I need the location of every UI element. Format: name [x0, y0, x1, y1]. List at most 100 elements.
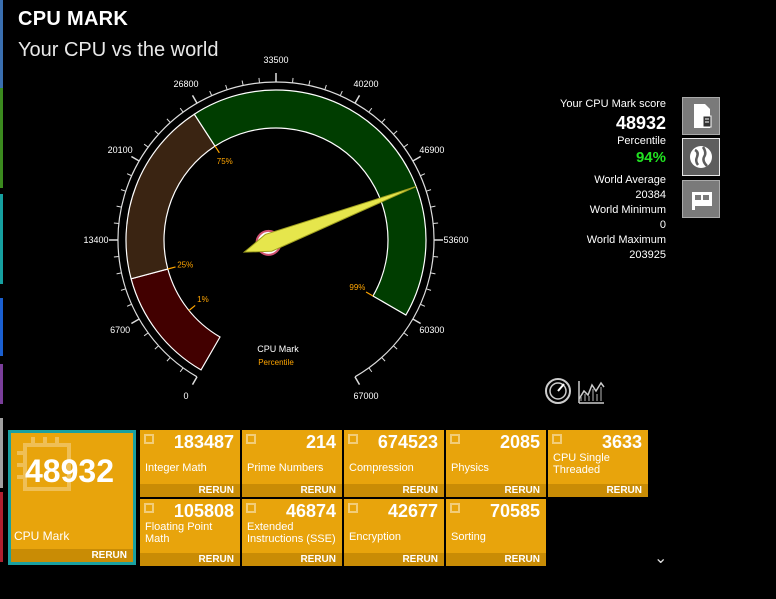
world-maximum-label: World Maximum [586, 234, 666, 246]
tile-value: 105808 [173, 501, 234, 521]
sorting-tile[interactable]: 70585 Sorting RERUN [446, 499, 546, 566]
prime-numbers-tile[interactable]: 214 Prime Numbers RERUN [242, 430, 342, 497]
rerun-button[interactable]: RERUN [140, 553, 240, 566]
gauge-percentile-tick [365, 291, 374, 297]
tile-value: 42677 [387, 501, 438, 521]
gauge-tick [143, 332, 149, 337]
tile-value: 674523 [377, 432, 438, 452]
cpu-single-threaded-tile[interactable]: 3633 CPU Single Threaded RERUN [548, 430, 648, 497]
gauge-tick [420, 303, 426, 307]
gauge-percentile-tick [167, 266, 176, 270]
gauge-tick [339, 90, 343, 96]
rerun-button[interactable]: RERUN [242, 553, 342, 566]
gauge-tick [430, 272, 436, 275]
tile-value: 3633 [601, 432, 642, 452]
chevron-down-icon[interactable]: ⌄ [654, 548, 667, 568]
gauge-tick [381, 357, 386, 362]
cpu-mark-value: 48932 [25, 453, 114, 489]
gauge-tick [354, 376, 361, 386]
gauge-view-icon[interactable] [544, 377, 572, 405]
rerun-button[interactable]: RERUN [11, 549, 133, 562]
gauge-tick [116, 205, 122, 208]
gauge-tick [130, 318, 140, 325]
world-minimum-value: 0 [659, 219, 666, 231]
cpu-mark-tile[interactable]: 48932 CPU Mark RERUN [8, 430, 136, 565]
gauge-percentile-label: 99% [349, 283, 365, 292]
integer-math-tile[interactable]: 183487 Integer Math RERUN [140, 430, 240, 497]
physics-tile[interactable]: 2085 Physics RERUN [446, 430, 546, 497]
gauge-tick-label: 53600 [443, 235, 468, 245]
gauge-center-sublabel: Percentile [258, 358, 294, 367]
tile-label: Extended Instructions (SSE) [247, 521, 336, 545]
gauge-tick-label: 20100 [108, 145, 133, 155]
tile-value: 70585 [489, 501, 540, 521]
hardware-view-button[interactable] [682, 180, 720, 218]
rerun-button[interactable]: RERUN [548, 484, 648, 497]
gauge-tick-label: 0 [183, 391, 188, 401]
gauge-tick-label: 40200 [353, 79, 378, 89]
gauge-tick-label: 67000 [353, 391, 378, 401]
gauge-tick [368, 107, 373, 113]
score-value: 48932 [615, 113, 666, 133]
gauge-tick [113, 222, 119, 224]
gauge-tick [166, 357, 171, 362]
gauge-tick [324, 84, 327, 90]
cpu-mark-gauge: 0 6700 13400 20100 26800 33500 40200 46900 53600… [83, 55, 468, 401]
edge-bar [0, 418, 3, 488]
gauge-tick [368, 367, 373, 373]
gauge-tick [292, 77, 294, 83]
tile-value: 2085 [499, 432, 540, 452]
gauge-percentile-tick [188, 304, 196, 311]
gauge-tick-label: 60300 [419, 325, 444, 335]
gauge-tick-label: 13400 [83, 235, 108, 245]
extended-instructions-tile[interactable]: 46874 Extended Instructions (SSE) RERUN [242, 499, 342, 566]
tile-label: Compression [349, 462, 414, 474]
document-icon [694, 104, 712, 128]
gauge-tick [179, 107, 184, 113]
gauge-tick [126, 303, 132, 307]
gauge-tick [241, 80, 244, 86]
document-view-button[interactable] [682, 97, 720, 135]
compression-tile[interactable]: 674523 Compression RERUN [344, 430, 444, 497]
chip-icon [450, 503, 460, 513]
chart-view-icon[interactable] [577, 377, 605, 405]
chip-icon [552, 434, 562, 444]
cpu-mark-label: CPU Mark [14, 529, 70, 543]
gauge-tick [420, 173, 426, 177]
rerun-button[interactable]: RERUN [344, 484, 444, 497]
chip-icon [246, 434, 256, 444]
gauge-tick [412, 318, 422, 325]
encryption-tile[interactable]: 42677 Encryption RERUN [344, 499, 444, 566]
gauge-tick [403, 143, 409, 148]
gauge-tick [209, 90, 213, 96]
gauge-tick [113, 256, 119, 258]
gauge-tick [412, 155, 422, 162]
gauge-tick [225, 84, 228, 90]
gauge-tick-label: 6700 [110, 325, 130, 335]
globe-icon [690, 146, 712, 168]
rerun-button[interactable]: RERUN [140, 484, 240, 497]
floating-point-math-tile[interactable]: 105808 Floating Point Math RERUN [140, 499, 240, 566]
rerun-button[interactable]: RERUN [446, 553, 546, 566]
tile-label: Prime Numbers [247, 462, 324, 474]
chip-icon [450, 434, 460, 444]
gauge-tick [143, 143, 149, 148]
percentile-label: Percentile [617, 135, 666, 147]
rerun-button[interactable]: RERUN [344, 553, 444, 566]
gauge-percentile-label: 1% [197, 295, 209, 304]
score-stats: Your CPU Mark score 48932 Percentile 94%… [560, 97, 666, 263]
rerun-button[interactable]: RERUN [242, 484, 342, 497]
world-average-label: World Average [594, 174, 666, 186]
world-maximum-value: 203925 [629, 249, 666, 261]
world-view-button[interactable] [682, 138, 720, 176]
gauge-tick-label: 46900 [419, 145, 444, 155]
chip-icon [348, 503, 358, 513]
gauge-tick [126, 173, 132, 177]
gauge-tick [393, 345, 398, 350]
gauge-tick [426, 288, 432, 291]
tile-label: Floating Point Math [145, 521, 213, 545]
rerun-button[interactable]: RERUN [446, 484, 546, 497]
gauge-tick [381, 118, 386, 123]
gauge-tick [430, 205, 436, 208]
gauge-band [130, 268, 221, 371]
